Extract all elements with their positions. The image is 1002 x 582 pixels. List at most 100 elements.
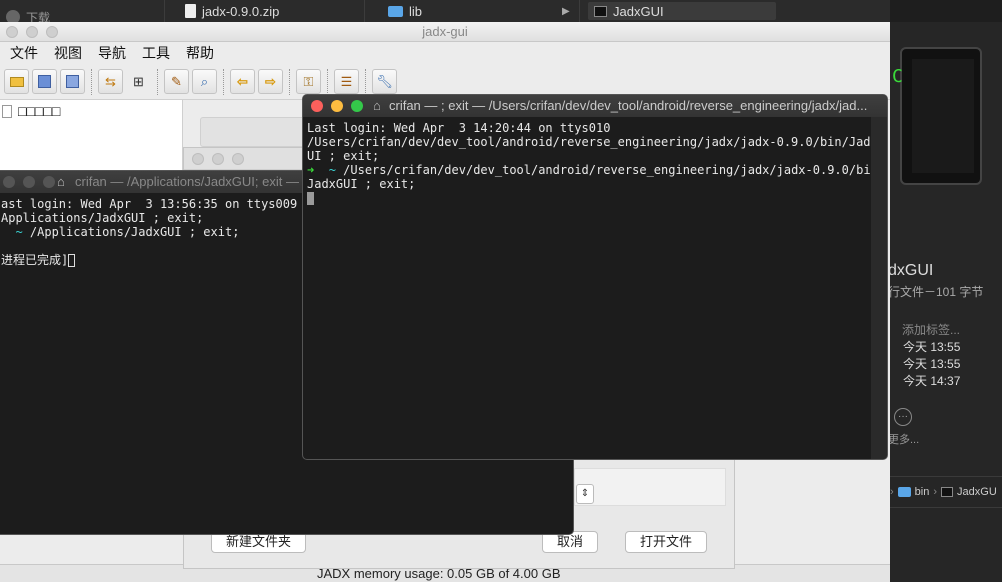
deobfuscation-button[interactable]: ⚿ — [296, 69, 321, 94]
chevron-right-icon: ▶ — [562, 5, 570, 17]
toolbar-separator — [223, 68, 224, 95]
document-icon — [185, 4, 196, 18]
process-complete-text: 进程已完成] — [1, 253, 69, 267]
terminal-output[interactable]: Last login: Wed Apr 3 14:20:44 on ttys01… — [303, 117, 887, 209]
terminal-close-button[interactable] — [311, 100, 323, 112]
folder-icon — [388, 5, 403, 17]
terminal-exec-icon — [594, 5, 607, 17]
menu-tools[interactable]: 工具 — [136, 43, 176, 63]
preview-file-title: dxGUI — [888, 262, 934, 279]
log-viewer-button[interactable]: ☰ — [334, 69, 359, 94]
prompt-tilde: ~ — [328, 163, 336, 177]
export-icon — [66, 75, 79, 88]
file-icon — [2, 104, 12, 118]
path-bar: › bin › JadxGU — [888, 476, 1002, 508]
preview-thumbnail — [900, 47, 982, 185]
open-file-button[interactable]: 打开文件 — [625, 531, 708, 553]
path-item-bin[interactable]: bin — [915, 486, 930, 498]
save-all-button[interactable] — [32, 69, 57, 94]
dialog-close-button[interactable] — [192, 153, 204, 165]
terminal-line: /Users/crifan/dev/dev_tool/android/rever… — [307, 135, 885, 149]
terminal-line: Last login: Wed Apr 3 14:20:44 on ttys01… — [307, 121, 611, 135]
terminal-cursor — [307, 192, 314, 205]
menu-bar: 文件 视图 导航 工具 帮助 — [0, 42, 890, 64]
terminal-close-button[interactable] — [3, 176, 15, 188]
packages-icon: ⊞ — [133, 73, 144, 89]
finder-background-strip: 下载 jadx-0.9.0.zip lib ▶ JadxGUI — [0, 0, 890, 25]
arrow-right-icon: ⇨ — [265, 73, 276, 89]
more-label[interactable]: 更多... — [888, 431, 919, 447]
toolbar-separator — [365, 68, 366, 95]
menu-navigate[interactable]: 导航 — [92, 43, 132, 63]
zoom-button[interactable] — [46, 26, 58, 38]
arrow-left-icon: ⇦ — [237, 73, 248, 89]
window-title: jadx-gui — [422, 24, 468, 39]
forward-button[interactable]: ⇨ — [258, 69, 283, 94]
terminal-line — [307, 191, 883, 205]
preview-file-subtitle: 行文件－101 字节 — [888, 285, 984, 299]
toolbar-separator — [157, 68, 158, 95]
terminal-minimize-button[interactable] — [331, 100, 343, 112]
more-icon[interactable]: ··· — [894, 408, 912, 426]
folder-icon — [897, 487, 911, 497]
folder-open-icon — [9, 76, 24, 87]
terminal-line: ➜ ~ /Users/crifan/dev/dev_tool/android/r… — [307, 163, 885, 177]
wrench-icon: 🔧︎ — [376, 73, 393, 89]
close-button[interactable] — [6, 26, 18, 38]
search-icon: ⌕ — [200, 73, 209, 89]
toolbar-separator — [289, 68, 290, 95]
terminal-window-front: ⌂ crifan — ; exit — /Users/crifan/dev/de… — [302, 94, 888, 460]
class-tree-panel: □□□□□ — [0, 100, 183, 170]
lock-icon: ⚿ — [303, 73, 314, 89]
terminal-titlebar: ⌂ crifan — ; exit — /Users/crifan/dev/de… — [303, 95, 887, 117]
scrollbar-track[interactable] — [871, 117, 887, 459]
date-created: 今天 13:55 — [903, 340, 961, 354]
dialog-minimize-button[interactable] — [212, 153, 224, 165]
terminal-line-text: /Users/crifan/dev/dev_tool/android/rever… — [335, 163, 885, 177]
menu-file[interactable]: 文件 — [4, 43, 44, 63]
date-opened: 今天 14:37 — [903, 374, 961, 388]
file-format-field[interactable] — [574, 468, 726, 506]
window-titlebar: jadx-gui — [0, 22, 890, 42]
save-icon — [38, 75, 51, 88]
terminal-line-text: /Applications/JadxGUI ; exit; — [29, 225, 240, 239]
export-button[interactable] — [60, 69, 85, 94]
terminal-line: JadxGUI ; exit; — [307, 177, 416, 191]
toolbar-separator — [327, 68, 328, 95]
folder-item-lib[interactable]: lib — [388, 2, 422, 20]
back-button[interactable]: ⇦ — [230, 69, 255, 94]
open-file-button[interactable] — [4, 69, 29, 94]
terminal-zoom-button[interactable] — [43, 176, 55, 188]
log-icon: ☰ — [340, 73, 353, 89]
format-stepper[interactable]: ⇕ — [576, 484, 594, 504]
terminal-zoom-button[interactable] — [351, 100, 363, 112]
terminal-title: crifan — /Applications/JadxGUI; exit — — [75, 174, 299, 189]
toolbar-separator — [91, 68, 92, 95]
wand-icon: ✎ — [171, 73, 182, 89]
path-item-jadxgui[interactable]: JadxGU — [957, 486, 997, 498]
terminal-minimize-button[interactable] — [23, 176, 35, 188]
preview-char: C — [892, 66, 903, 87]
class-search-button[interactable]: ⌕ — [192, 69, 217, 94]
dialog-header-stub — [200, 117, 310, 147]
menu-help[interactable]: 帮助 — [180, 43, 220, 63]
add-tag-link[interactable]: 添加标签... — [902, 321, 960, 338]
file-item-zip[interactable]: jadx-0.9.0.zip — [185, 2, 279, 20]
minimize-button[interactable] — [26, 26, 38, 38]
terminal-title: crifan — ; exit — /Users/crifan/dev/dev_… — [389, 98, 868, 113]
tree-root-item[interactable]: □□□□□ — [0, 100, 182, 122]
terminal-line: UI ; exit; — [307, 149, 380, 163]
preferences-button[interactable]: 🔧︎ — [372, 69, 397, 94]
home-icon: ⌂ — [57, 174, 65, 189]
text-search-button[interactable]: ✎ — [164, 69, 189, 94]
date-modified: 今天 13:55 — [903, 357, 961, 371]
sync-icon: ⇆ — [105, 73, 116, 89]
terminal-cursor — [68, 254, 76, 267]
terminal-exec-icon — [941, 487, 954, 497]
dialog-zoom-button[interactable] — [232, 153, 244, 165]
menu-view[interactable]: 视图 — [48, 43, 88, 63]
flatten-packages-button[interactable]: ⊞ — [126, 69, 151, 94]
home-icon: ⌂ — [373, 98, 381, 113]
sync-tree-button[interactable]: ⇆ — [98, 69, 123, 94]
file-item-jadxgui[interactable]: JadxGUI — [588, 2, 776, 20]
